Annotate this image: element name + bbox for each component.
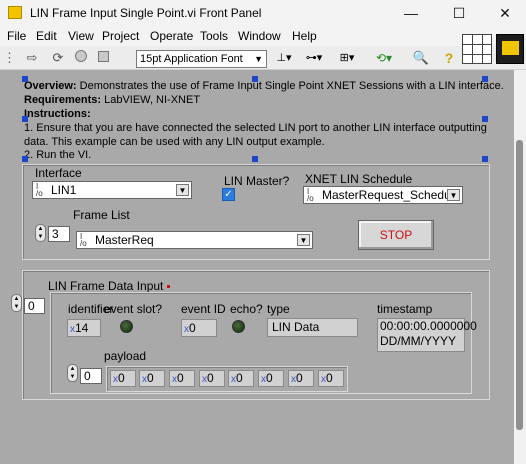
lin-master-label: LIN Master?	[224, 174, 290, 188]
minimize-button[interactable]: —	[388, 0, 434, 26]
instructions-heading: Instructions:	[24, 108, 91, 120]
selection-handle[interactable]	[22, 116, 28, 122]
payload-byte: x0	[199, 370, 225, 387]
payload-byte: x0	[110, 370, 136, 387]
timestamp-value: 00:00:00.0000000 DD/MM/YYYY	[377, 318, 477, 352]
menu-bar: File Edit View Project Operate Tools Win…	[0, 26, 526, 46]
context-help-icon[interactable]: ?	[440, 50, 458, 66]
payload-label: payload	[104, 349, 147, 363]
run-continuously-icon[interactable]: ⟳	[50, 50, 66, 66]
selection-handle[interactable]	[482, 156, 488, 162]
selection-handle[interactable]	[482, 76, 488, 82]
labview-vi-icon	[8, 6, 22, 19]
menu-file[interactable]: File	[7, 29, 26, 43]
frame-list-index[interactable]: 3	[48, 226, 70, 242]
selection-handle[interactable]	[252, 76, 258, 82]
menu-window[interactable]: Window	[238, 29, 281, 43]
payload-byte: x0	[139, 370, 165, 387]
window-title: LIN Frame Input Single Point.vi Front Pa…	[30, 6, 262, 20]
menu-view[interactable]: View	[68, 29, 94, 43]
menu-edit[interactable]: Edit	[36, 29, 57, 43]
frame-array-index-spinner[interactable]: ▲ ▼	[11, 294, 22, 312]
selection-handle[interactable]	[482, 116, 488, 122]
payload-index-spinner[interactable]: ▲ ▼	[67, 364, 78, 382]
menu-help[interactable]: Help	[292, 29, 317, 43]
interface-select[interactable]: I/o LIN1 ▼	[32, 181, 192, 199]
scrollbar-thumb[interactable]	[516, 140, 523, 430]
chevron-down-icon: ▼	[176, 184, 189, 196]
resize-objects-icon[interactable]: ⊞▾	[336, 50, 358, 66]
type-value: LIN Data	[267, 318, 358, 337]
payload-byte: x0	[258, 370, 284, 387]
event-id-value: x0	[181, 319, 217, 337]
timestamp-label: timestamp	[377, 302, 433, 316]
payload-byte: x0	[169, 370, 195, 387]
requirements-text: Requirements: LabVIEW, NI-XNET	[24, 94, 201, 106]
lin-master-checkbox[interactable]: ✓	[222, 188, 235, 201]
event-slot-label: event slot?	[104, 302, 163, 316]
frame-list-select[interactable]: I/o MasterReq ▼	[76, 231, 313, 249]
pause-icon[interactable]	[95, 50, 111, 66]
menu-tools[interactable]: Tools	[200, 29, 228, 43]
schedule-select[interactable]: I/o MasterRequest_Schedule ▼	[303, 186, 463, 204]
event-slot-led	[120, 320, 133, 333]
payload-byte: x0	[288, 370, 314, 387]
vi-icon[interactable]	[496, 34, 524, 64]
payload-byte: x0	[228, 370, 254, 387]
font-select[interactable]: 15pt Application Font ▼	[136, 50, 267, 68]
schedule-label: XNET LIN Schedule	[305, 172, 413, 186]
payload-index[interactable]: 0	[80, 368, 102, 384]
search-icon[interactable]: 🔍	[412, 50, 430, 66]
selection-handle[interactable]	[252, 156, 258, 162]
identifier-value: x14	[67, 319, 101, 337]
event-id-label: event ID	[181, 302, 226, 316]
chevron-down-icon: ▼	[297, 234, 310, 246]
reorder-icon[interactable]: ⟲▾	[372, 50, 396, 66]
close-button[interactable]: ✕	[482, 0, 526, 26]
menu-project[interactable]: Project	[102, 29, 139, 43]
payload-byte: x0	[318, 370, 344, 387]
run-arrow-icon[interactable]: ⇨	[24, 50, 40, 66]
align-objects-icon[interactable]: ⊥▾	[273, 50, 295, 66]
instruction-line-1: 1. Ensure that you are have connected th…	[24, 122, 487, 134]
echo-label: echo?	[230, 302, 263, 316]
selection-handle[interactable]	[22, 156, 28, 162]
abort-icon[interactable]	[73, 50, 89, 66]
frame-list-index-spinner[interactable]: ▲ ▼	[35, 224, 46, 242]
stop-button[interactable]: STOP	[358, 220, 434, 250]
instruction-line-2: data. This example can be used with any …	[24, 136, 325, 148]
type-label: type	[267, 302, 290, 316]
instruction-line-3: 2. Run the VI.	[24, 149, 92, 161]
selection-handle[interactable]	[22, 76, 28, 82]
front-panel: Overview: Demonstrates the use of Frame …	[0, 70, 514, 464]
overview-text: Overview: Demonstrates the use of Frame …	[24, 80, 504, 92]
distribute-objects-icon[interactable]: ⊶▾	[303, 50, 325, 66]
interface-label: Interface	[35, 166, 82, 180]
maximize-button[interactable]: ☐	[436, 0, 482, 26]
menu-operate[interactable]: Operate	[150, 29, 193, 43]
toolbar-grip-icon: ⋮	[3, 50, 16, 65]
connector-pane-icon[interactable]	[462, 34, 492, 64]
echo-led	[232, 320, 245, 333]
frame-list-label: Frame List	[73, 208, 130, 222]
chevron-down-icon: ▼	[447, 189, 460, 201]
chevron-down-icon: ▼	[254, 54, 263, 64]
